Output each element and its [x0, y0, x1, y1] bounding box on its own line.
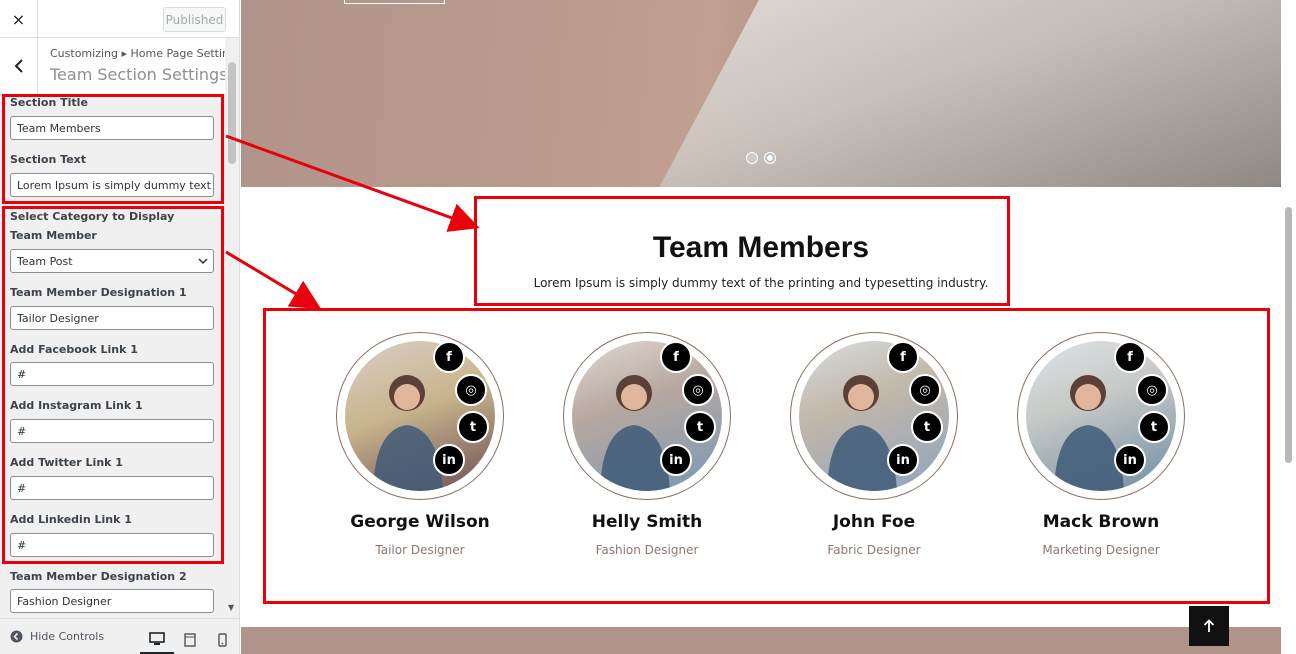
arrow-up-icon	[1203, 619, 1215, 632]
hide-controls-label: Hide Controls	[30, 630, 105, 643]
designation2-input[interactable]: Fashion Designer	[10, 589, 214, 613]
back-to-top-button[interactable]	[1189, 606, 1229, 646]
hero-slider	[241, 0, 1281, 187]
next-section-band	[241, 627, 1281, 654]
hide-controls-button[interactable]: Hide Controls	[10, 630, 104, 643]
customizer-footer: Hide Controls	[0, 618, 239, 654]
highlight-box-title-text	[2, 94, 224, 204]
close-icon: ×	[11, 9, 26, 29]
slider-dot-active[interactable]	[764, 152, 776, 164]
section-title: Team Section Settings	[50, 65, 228, 84]
slider-dots	[746, 152, 776, 164]
mobile-icon	[217, 633, 227, 647]
section-header: Customizing ▸ Home Page Settings Team Se…	[0, 38, 240, 95]
hero-button[interactable]	[344, 0, 445, 4]
collapse-icon	[10, 630, 23, 643]
desktop-icon	[149, 631, 165, 645]
preview-scroll-thumb[interactable]	[1285, 207, 1292, 463]
scroll-down-arrow-icon[interactable]: ▼	[228, 603, 234, 612]
close-customizer-button[interactable]: ×	[0, 0, 38, 38]
breadcrumb: Customizing ▸ Home Page Settings	[50, 47, 240, 60]
highlight-box-title	[474, 196, 1010, 306]
preview-scrollbar[interactable]	[1281, 187, 1296, 654]
customizer-sidebar: × Published Customizing ▸ Home Page Sett…	[0, 0, 240, 654]
slider-dot[interactable]	[746, 152, 758, 164]
tablet-preview-button[interactable]	[173, 625, 207, 654]
customizer-app: × Published Customizing ▸ Home Page Sett…	[0, 0, 1296, 654]
sidebar-scrollbar[interactable]: ▼	[225, 38, 239, 614]
chevron-left-icon	[14, 59, 23, 73]
highlight-box-members	[263, 308, 1270, 604]
mobile-preview-button[interactable]	[205, 625, 239, 654]
published-button[interactable]: Published	[163, 7, 226, 32]
back-button[interactable]	[0, 38, 38, 94]
designation2-label: Team Member Designation 2	[10, 570, 187, 583]
site-preview: Team Members Lorem Ipsum is simply dummy…	[241, 0, 1281, 654]
desktop-preview-button[interactable]	[140, 625, 174, 654]
hero-image	[647, 0, 1281, 187]
sidebar-scroll-thumb[interactable]	[228, 62, 236, 164]
highlight-box-member-fields	[2, 206, 224, 564]
customizer-topbar: × Published	[0, 0, 239, 38]
tablet-icon	[184, 633, 196, 647]
